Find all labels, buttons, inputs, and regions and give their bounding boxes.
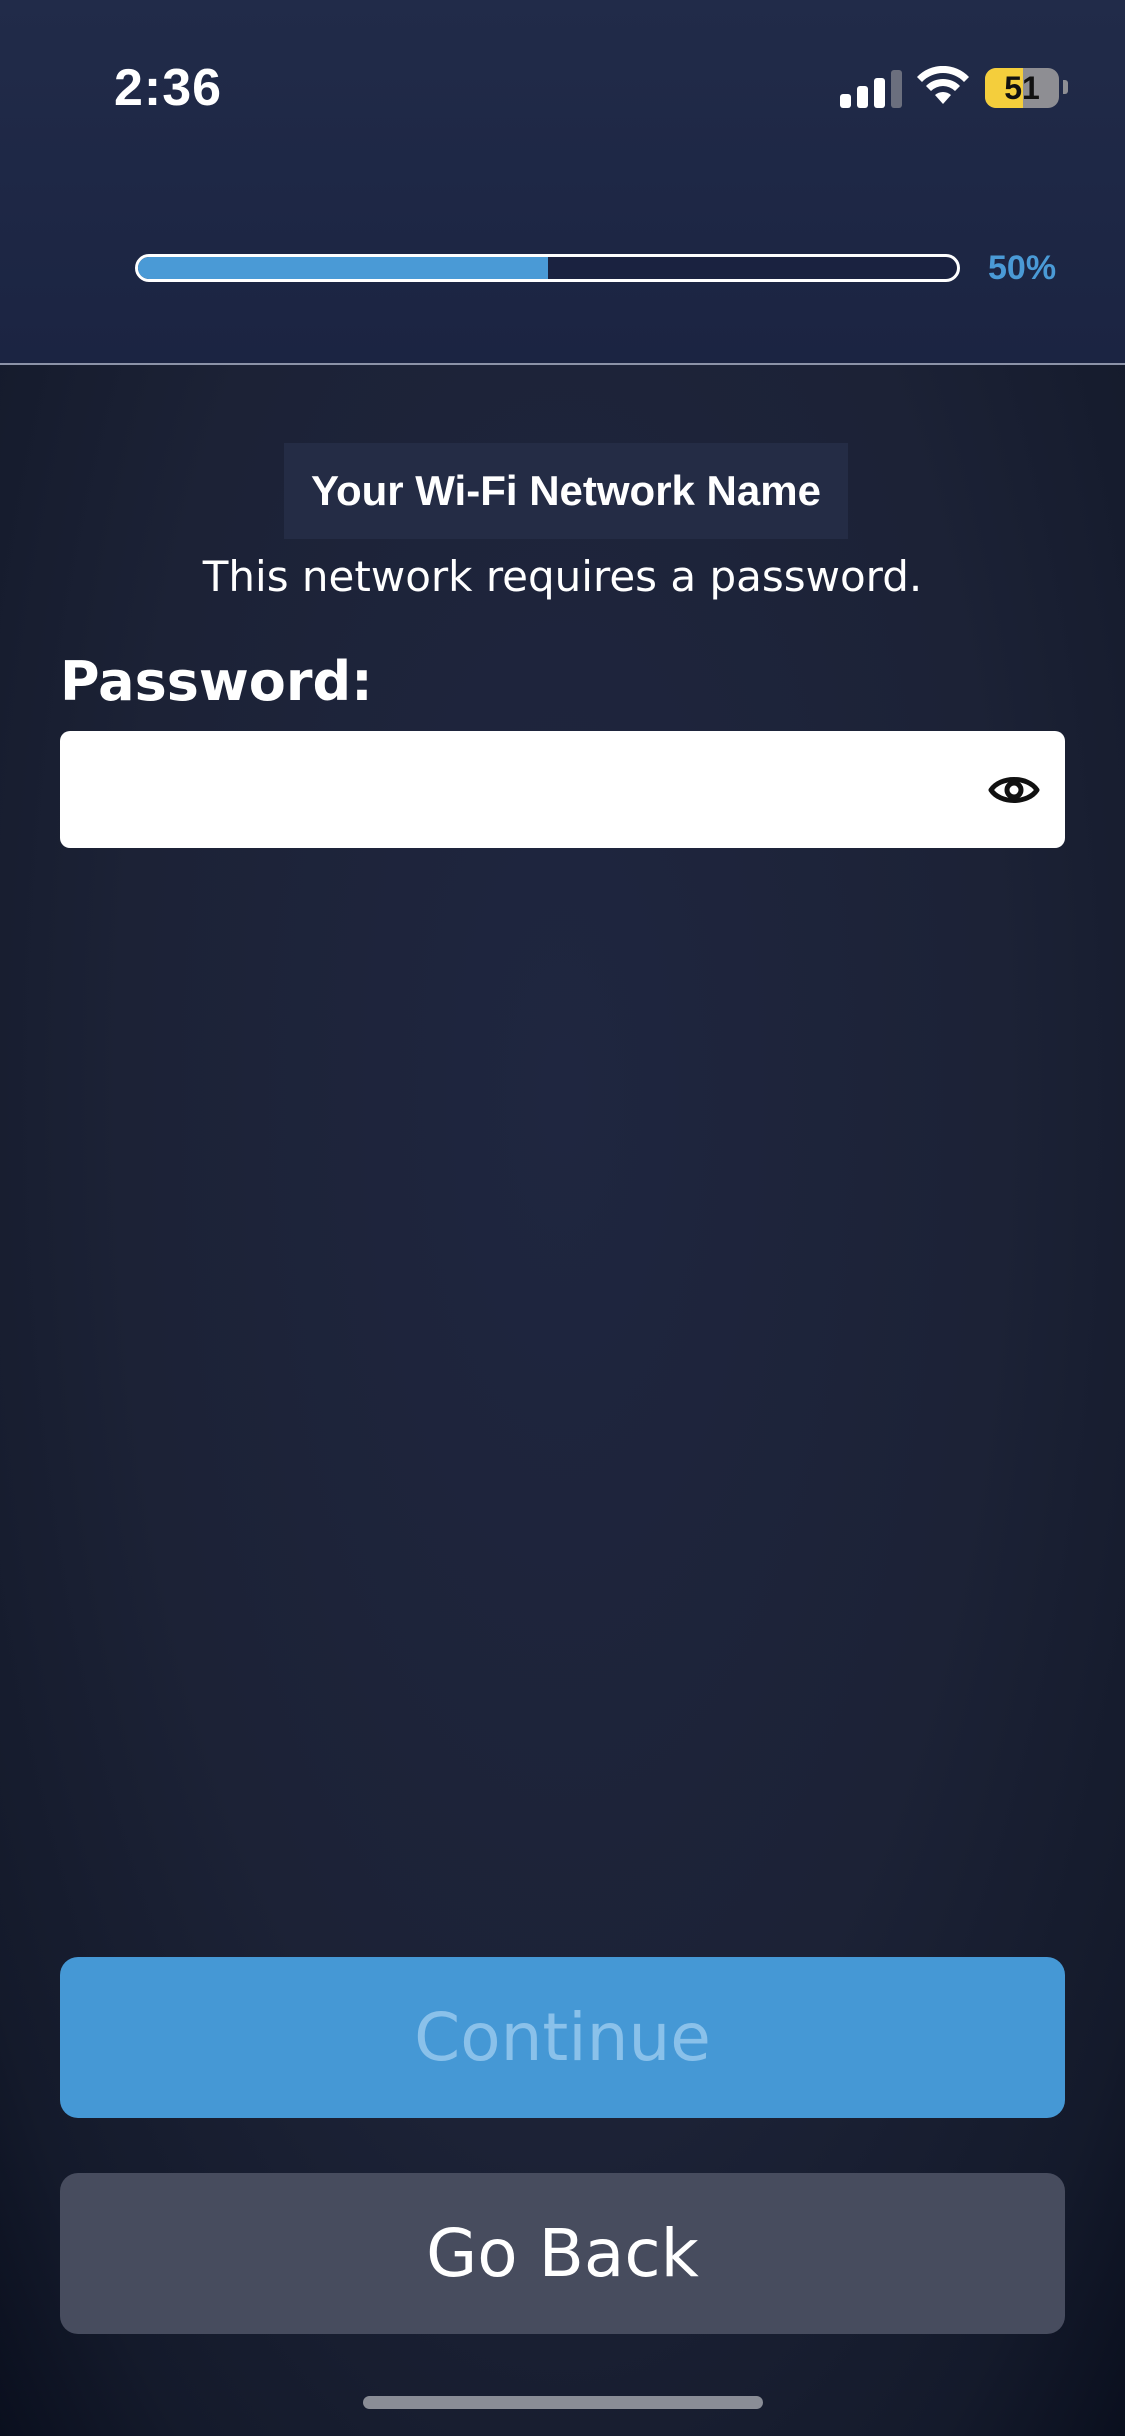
header: 2:36 51 50% xyxy=(0,0,1125,365)
network-description: This network requires a password. xyxy=(202,552,923,601)
go-back-button[interactable]: Go Back xyxy=(60,2173,1065,2334)
setup-progress-fill xyxy=(138,257,548,279)
status-time: 2:36 xyxy=(114,59,223,117)
eye-icon[interactable] xyxy=(988,766,1040,814)
status-icons: 51 xyxy=(835,66,1075,110)
network-name: Your Wi-Fi Network Name xyxy=(284,443,848,539)
continue-button[interactable]: Continue xyxy=(60,1957,1065,2118)
home-indicator[interactable] xyxy=(363,2396,763,2409)
battery-icon: 51 xyxy=(985,68,1059,108)
setup-progress-label: 50% xyxy=(988,249,1057,287)
password-field[interactable] xyxy=(60,731,1065,850)
battery-cap xyxy=(1063,80,1068,94)
wifi-icon xyxy=(917,66,969,104)
password-label: Password: xyxy=(60,650,373,713)
wifi-password-screen: 2:36 51 50% Your Wi-Fi Network Name This… xyxy=(0,0,1125,2436)
battery-percent: 51 xyxy=(1004,70,1040,106)
setup-progress-bar xyxy=(135,254,960,282)
cellular-signal-icon xyxy=(840,70,902,108)
password-input[interactable] xyxy=(84,731,968,850)
